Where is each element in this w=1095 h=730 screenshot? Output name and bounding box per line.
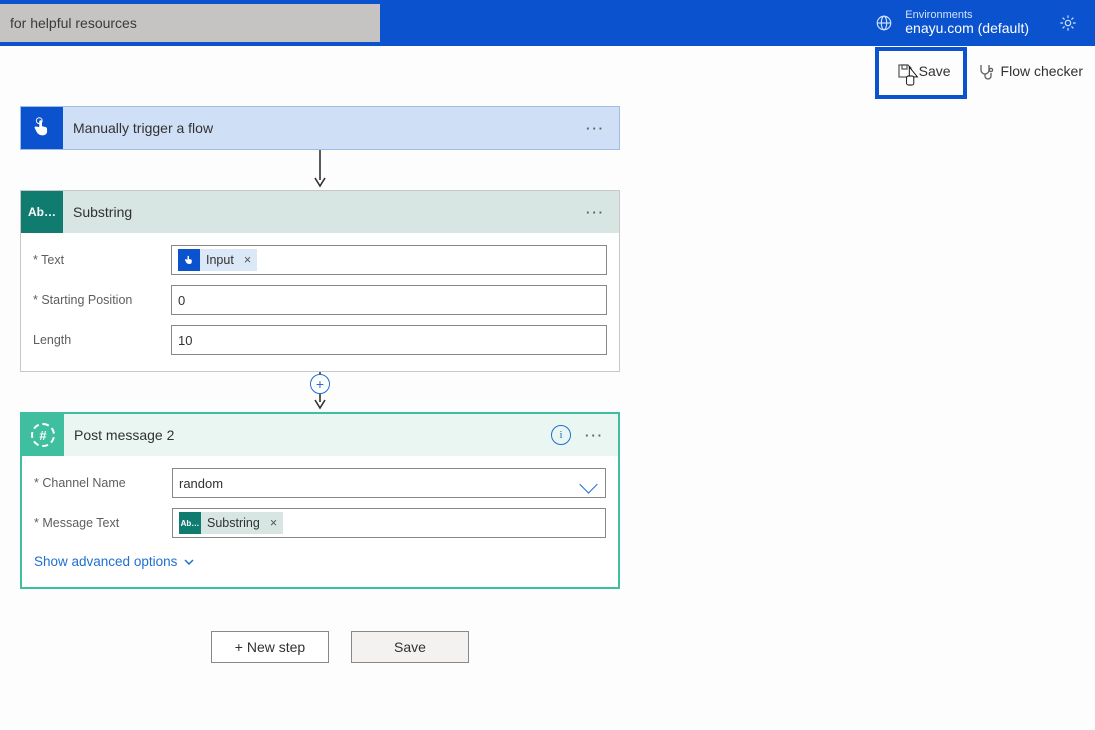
cursor-icon: [903, 65, 921, 87]
hash-icon: #: [22, 414, 64, 456]
connector-add: +: [20, 372, 620, 412]
flow-checker-button[interactable]: Flow checker: [977, 62, 1083, 80]
token-label: Substring: [201, 512, 264, 534]
message-field[interactable]: Ab… Substring ×: [172, 508, 606, 538]
save-label-bottom: Save: [394, 639, 426, 655]
substring-token[interactable]: Ab… Substring ×: [179, 512, 283, 534]
message-label: * Message Text: [34, 516, 172, 530]
token-label: Input: [200, 249, 238, 271]
new-step-label: + New step: [235, 639, 305, 655]
input-token[interactable]: Input ×: [178, 249, 257, 271]
bottom-actions: + New step Save: [20, 631, 660, 663]
stethoscope-icon: [977, 62, 995, 80]
flow-canvas: Manually trigger a flow ··· Ab… Substrin…: [0, 96, 1095, 703]
post-message-menu[interactable]: ···: [577, 424, 612, 447]
trigger-menu[interactable]: ···: [578, 117, 613, 140]
channel-value: random: [179, 476, 223, 491]
length-field[interactable]: 10: [171, 325, 607, 355]
start-label: * Starting Position: [33, 293, 171, 307]
channel-label: * Channel Name: [34, 476, 172, 490]
info-icon[interactable]: i: [551, 425, 571, 445]
environment-picker[interactable]: Environments enayu.com (default): [905, 9, 1029, 36]
post-message-title: Post message 2: [64, 427, 551, 443]
touch-icon: [21, 107, 63, 149]
post-message-card[interactable]: # Post message 2 i ··· * Channel Name ra…: [20, 412, 620, 589]
save-button-bottom[interactable]: Save: [351, 631, 469, 663]
search-box[interactable]: for helpful resources: [0, 4, 380, 42]
connector-arrow: [20, 150, 620, 190]
token-remove[interactable]: ×: [264, 512, 283, 534]
show-advanced-link[interactable]: Show advanced options: [34, 546, 606, 573]
text-field[interactable]: Input ×: [171, 245, 607, 275]
gear-icon[interactable]: [1059, 14, 1077, 32]
start-value: 0: [178, 293, 185, 308]
substring-title: Substring: [63, 204, 578, 220]
touch-icon: [178, 249, 200, 271]
substring-menu[interactable]: ···: [578, 201, 613, 224]
substring-card[interactable]: Ab… Substring ··· * Text Input ×: [20, 190, 620, 372]
text-op-icon: Ab…: [21, 191, 63, 233]
trigger-card[interactable]: Manually trigger a flow ···: [20, 106, 620, 150]
text-op-icon: Ab…: [179, 512, 201, 534]
chevron-down-icon: [183, 556, 195, 568]
flow-checker-label: Flow checker: [1001, 63, 1083, 79]
globe-icon: [875, 14, 893, 32]
command-bar: Save Flow checker: [0, 46, 1095, 96]
save-button[interactable]: Save: [889, 57, 959, 85]
add-step-inline[interactable]: +: [310, 374, 330, 394]
text-label: * Text: [33, 253, 171, 267]
search-text: for helpful resources: [10, 15, 137, 31]
new-step-button[interactable]: + New step: [211, 631, 329, 663]
environment-name: enayu.com (default): [905, 21, 1029, 36]
show-advanced-label: Show advanced options: [34, 554, 177, 569]
start-field[interactable]: 0: [171, 285, 607, 315]
length-label: Length: [33, 333, 171, 347]
trigger-title: Manually trigger a flow: [63, 120, 578, 136]
length-value: 10: [178, 333, 192, 348]
environment-block: Environments enayu.com (default): [875, 9, 1095, 36]
token-remove[interactable]: ×: [238, 249, 257, 271]
save-label: Save: [919, 63, 951, 79]
top-ribbon: for helpful resources Environments enayu…: [0, 0, 1095, 46]
channel-select[interactable]: random: [172, 468, 606, 498]
save-icon: [897, 63, 913, 79]
